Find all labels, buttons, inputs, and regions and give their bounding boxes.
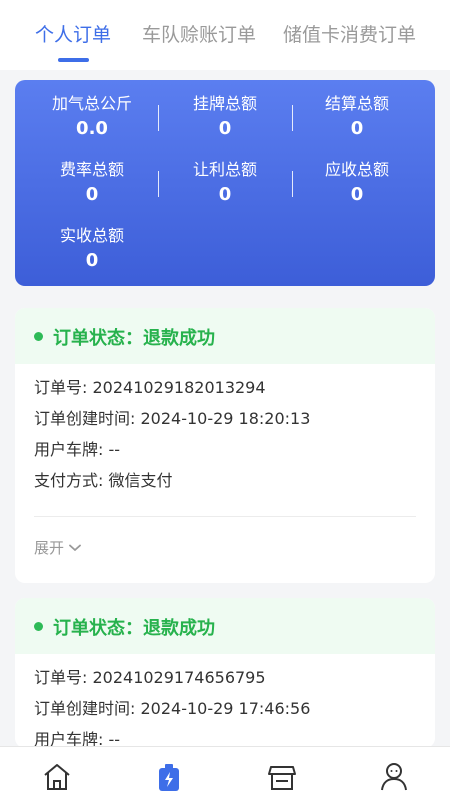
stat-discount: 让利总额 0 bbox=[155, 160, 295, 207]
chevron-down-icon bbox=[69, 544, 81, 551]
order-number: 订单号: 20241029182013294 bbox=[34, 378, 266, 397]
stat-value: 0 bbox=[218, 184, 232, 205]
nav-home[interactable] bbox=[40, 761, 74, 800]
stat-received: 实收总额 0 bbox=[22, 226, 162, 273]
nav-orders[interactable] bbox=[152, 761, 186, 800]
user-plate: 用户车牌: -- bbox=[34, 440, 121, 459]
expand-label: 展开 bbox=[34, 539, 65, 557]
order-card[interactable]: 订单状态：退款成功 订单号: 20241029174656795 订单创建时间:… bbox=[15, 598, 435, 748]
stat-value: 0 bbox=[350, 118, 364, 139]
order-number: 订单号: 20241029174656795 bbox=[34, 668, 266, 687]
payment-method: 支付方式: 微信支付 bbox=[34, 471, 173, 490]
stat-label: 实收总额 bbox=[59, 226, 124, 245]
order-created-time: 订单创建时间: 2024-10-29 17:46:56 bbox=[34, 699, 311, 718]
stat-label: 挂牌总额 bbox=[192, 94, 257, 113]
stat-value: 0 bbox=[218, 118, 232, 139]
stat-settlement: 结算总额 0 bbox=[287, 94, 427, 141]
tab-fleet-credit-orders[interactable]: 车队赊账订单 bbox=[142, 20, 256, 47]
order-status-header: 订单状态：退款成功 bbox=[15, 598, 435, 654]
user-icon bbox=[381, 763, 407, 791]
tab-personal-orders[interactable]: 个人订单 bbox=[35, 20, 111, 47]
stat-value: 0 bbox=[85, 250, 99, 271]
stat-list-price: 挂牌总额 0 bbox=[155, 94, 295, 141]
status-dot-icon bbox=[34, 622, 43, 631]
order-status-header: 订单状态：退款成功 bbox=[15, 308, 435, 364]
nav-store[interactable] bbox=[265, 761, 299, 800]
stat-receivable: 应收总额 0 bbox=[287, 160, 427, 207]
order-status: 订单状态：退款成功 bbox=[53, 328, 215, 349]
home-icon bbox=[44, 764, 70, 790]
order-details: 订单号: 20241029182013294 订单创建时间: 2024-10-2… bbox=[15, 364, 435, 558]
stat-label: 费率总额 bbox=[59, 160, 124, 179]
bottom-navigation bbox=[0, 746, 450, 800]
stat-gas-kg: 加气总公斤 0.0 bbox=[22, 94, 162, 141]
status-dot-icon bbox=[34, 332, 43, 341]
stat-value: 0.0 bbox=[76, 118, 108, 139]
user-plate: 用户车牌: -- bbox=[34, 730, 121, 748]
divider bbox=[34, 516, 416, 517]
stat-label: 结算总额 bbox=[324, 94, 389, 113]
order-card[interactable]: 订单状态：退款成功 订单号: 20241029182013294 订单创建时间:… bbox=[15, 308, 435, 583]
nav-profile[interactable] bbox=[377, 761, 411, 800]
summary-card: 加气总公斤 0.0 挂牌总额 0 结算总额 0 费率总额 0 让利总额 0 应收… bbox=[15, 80, 435, 286]
order-status: 订单状态：退款成功 bbox=[53, 618, 215, 639]
store-icon bbox=[268, 766, 296, 790]
stat-label: 让利总额 bbox=[192, 160, 257, 179]
stat-label: 加气总公斤 bbox=[51, 94, 132, 113]
order-details: 订单号: 20241029174656795 订单创建时间: 2024-10-2… bbox=[15, 654, 435, 748]
stat-label: 应收总额 bbox=[324, 160, 389, 179]
active-tab-indicator bbox=[58, 58, 89, 62]
stat-value: 0 bbox=[350, 184, 364, 205]
stat-value: 0 bbox=[85, 184, 99, 205]
tab-stored-card-orders[interactable]: 储值卡消费订单 bbox=[283, 20, 416, 47]
gas-station-icon bbox=[159, 764, 179, 791]
stat-fee-rate: 费率总额 0 bbox=[22, 160, 162, 207]
order-tabs: 个人订单 车队赊账订单 储值卡消费订单 bbox=[0, 0, 450, 70]
expand-button[interactable]: 展开 bbox=[34, 537, 81, 558]
order-created-time: 订单创建时间: 2024-10-29 18:20:13 bbox=[34, 409, 311, 428]
